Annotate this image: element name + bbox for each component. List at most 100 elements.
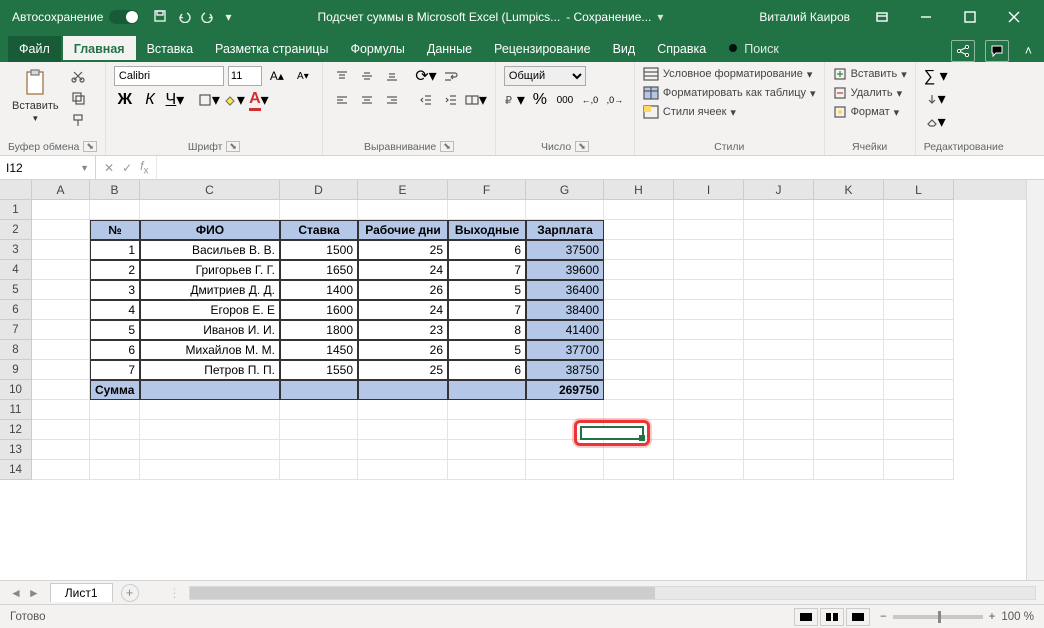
cell[interactable] <box>32 400 90 420</box>
col-header[interactable]: L <box>884 180 954 200</box>
clear-icon[interactable]: ▾ <box>924 112 948 132</box>
bold-icon[interactable]: Ж <box>114 90 136 110</box>
cell[interactable] <box>814 460 884 480</box>
cell[interactable]: Михайлов М. М. <box>140 340 280 360</box>
font-size-input[interactable] <box>228 66 262 86</box>
cell[interactable] <box>280 420 358 440</box>
cell[interactable] <box>140 460 280 480</box>
cell[interactable] <box>604 440 674 460</box>
cell[interactable]: 5 <box>448 280 526 300</box>
cell[interactable] <box>526 400 604 420</box>
cell[interactable] <box>448 380 526 400</box>
cell[interactable] <box>884 280 954 300</box>
cell[interactable]: 7 <box>90 360 140 380</box>
cell[interactable] <box>814 280 884 300</box>
cell[interactable] <box>448 200 526 220</box>
insert-cells-button[interactable]: Вставить ▾ <box>833 66 907 82</box>
cell[interactable] <box>32 460 90 480</box>
cell[interactable] <box>32 360 90 380</box>
collapse-ribbon-icon[interactable]: ˄ <box>1019 44 1038 58</box>
align-middle-icon[interactable] <box>356 66 378 86</box>
format-as-table-button[interactable]: Форматировать как таблицу ▾ <box>643 85 816 101</box>
close-icon[interactable] <box>992 0 1036 34</box>
cell[interactable] <box>140 200 280 220</box>
cell[interactable]: 36400 <box>526 280 604 300</box>
col-header[interactable]: J <box>744 180 814 200</box>
row-header[interactable]: 2 <box>0 220 32 240</box>
cell[interactable] <box>744 280 814 300</box>
format-painter-icon[interactable] <box>67 110 89 130</box>
orientation-icon[interactable]: ⟳▾ <box>415 66 437 86</box>
cell[interactable] <box>32 420 90 440</box>
cell[interactable] <box>604 460 674 480</box>
increase-decimal-icon[interactable]: ←,0 <box>579 90 601 110</box>
row-header[interactable]: 7 <box>0 320 32 340</box>
name-box[interactable]: I12▼ <box>0 156 96 179</box>
cell[interactable]: 24 <box>358 300 448 320</box>
cell[interactable]: 37500 <box>526 240 604 260</box>
align-right-icon[interactable] <box>381 90 403 110</box>
cell[interactable]: Петров П. П. <box>140 360 280 380</box>
tab-formulas[interactable]: Формулы <box>339 36 415 62</box>
tab-data[interactable]: Данные <box>416 36 483 62</box>
border-icon[interactable]: ▾ <box>198 90 220 110</box>
cell[interactable] <box>744 360 814 380</box>
normal-view-icon[interactable] <box>794 608 818 626</box>
cell[interactable]: 1600 <box>280 300 358 320</box>
cell[interactable] <box>744 340 814 360</box>
undo-icon[interactable] <box>177 9 191 26</box>
decrease-indent-icon[interactable] <box>415 90 437 110</box>
cell[interactable] <box>744 400 814 420</box>
cell[interactable]: 6 <box>448 360 526 380</box>
launcher-icon[interactable]: ⬊ <box>226 141 240 152</box>
cell[interactable] <box>674 460 744 480</box>
cell[interactable] <box>814 340 884 360</box>
paste-button[interactable]: Вставить ▼ <box>8 66 63 125</box>
fx-icon[interactable]: fx <box>140 159 148 176</box>
cell[interactable] <box>744 220 814 240</box>
cell[interactable]: 26 <box>358 280 448 300</box>
cell[interactable] <box>604 300 674 320</box>
cell[interactable] <box>90 440 140 460</box>
zoom-in-icon[interactable]: + <box>989 611 996 623</box>
tab-file[interactable]: Файл <box>8 36 61 62</box>
col-header[interactable]: B <box>90 180 140 200</box>
cell[interactable]: Рабочие дни <box>358 220 448 240</box>
italic-icon[interactable]: К <box>139 90 161 110</box>
vertical-scrollbar[interactable] <box>1026 180 1044 580</box>
cell[interactable] <box>32 320 90 340</box>
zoom-slider[interactable] <box>893 615 983 619</box>
select-all-corner[interactable] <box>0 180 32 200</box>
cell[interactable] <box>744 460 814 480</box>
cell[interactable] <box>814 240 884 260</box>
cell[interactable]: 269750 <box>526 380 604 400</box>
cell[interactable] <box>280 200 358 220</box>
cell[interactable]: 1400 <box>280 280 358 300</box>
cell[interactable] <box>526 200 604 220</box>
cell[interactable] <box>674 380 744 400</box>
cell[interactable] <box>814 300 884 320</box>
cancel-formula-icon[interactable]: ✕ <box>104 161 114 175</box>
cell[interactable] <box>448 440 526 460</box>
cell[interactable] <box>358 440 448 460</box>
cell[interactable] <box>90 420 140 440</box>
cell[interactable] <box>604 280 674 300</box>
comments-icon[interactable] <box>985 40 1009 62</box>
cell[interactable]: 26 <box>358 340 448 360</box>
cell[interactable] <box>526 440 604 460</box>
cell[interactable]: Васильев В. В. <box>140 240 280 260</box>
user-name[interactable]: Виталий Каиров <box>759 10 850 24</box>
decrease-decimal-icon[interactable]: ,0→ <box>604 90 626 110</box>
minimize-icon[interactable] <box>904 0 948 34</box>
cell[interactable]: 2 <box>90 260 140 280</box>
tab-review[interactable]: Рецензирование <box>483 36 602 62</box>
cell[interactable]: 25 <box>358 360 448 380</box>
cell[interactable] <box>90 200 140 220</box>
zoom-control[interactable]: − + 100 % <box>880 611 1034 623</box>
cell[interactable]: Дмитриев Д. Д. <box>140 280 280 300</box>
cell[interactable] <box>884 240 954 260</box>
font-name-input[interactable] <box>114 66 224 86</box>
cell[interactable] <box>674 320 744 340</box>
cell[interactable] <box>884 300 954 320</box>
cell[interactable] <box>604 200 674 220</box>
